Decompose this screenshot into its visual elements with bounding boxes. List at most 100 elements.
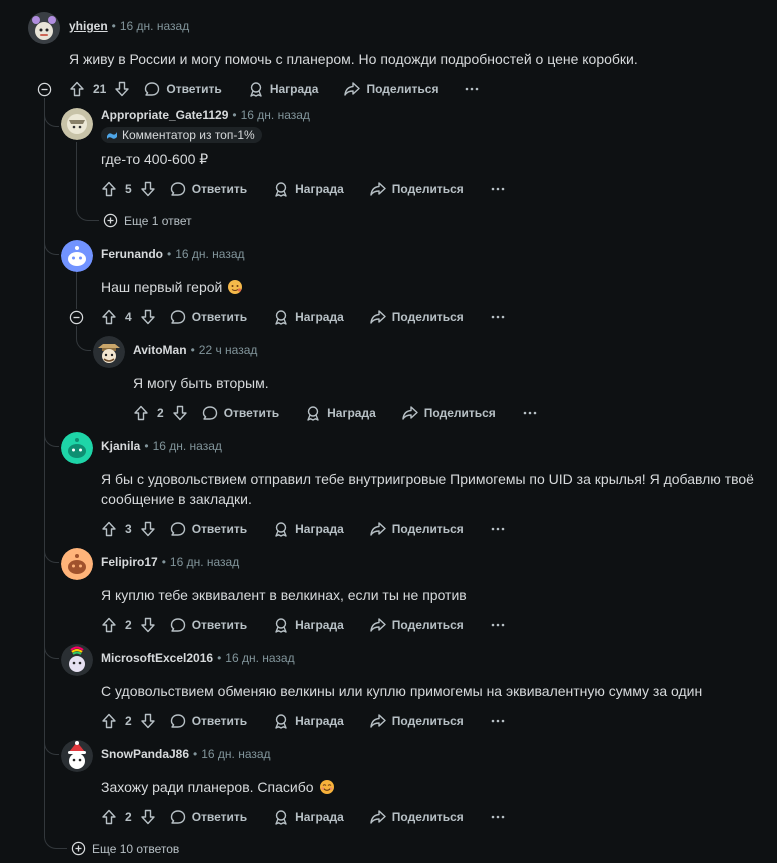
thread-elbow — [44, 230, 59, 255]
username[interactable]: Appropriate_Gate1129 — [101, 108, 228, 122]
upvote-icon[interactable] — [101, 521, 117, 537]
thread-elbow — [76, 326, 91, 351]
username[interactable]: yhigen — [69, 19, 108, 33]
downvote-icon[interactable] — [140, 309, 156, 325]
username[interactable]: AvitoMan — [133, 343, 187, 357]
downvote-icon[interactable] — [140, 809, 156, 825]
share-button[interactable]: Поделиться — [370, 617, 464, 633]
award-button[interactable]: Награда — [248, 81, 318, 97]
timestamp[interactable]: 16 дн. назад — [225, 651, 294, 665]
more-options-button[interactable] — [490, 617, 506, 633]
share-button[interactable]: Поделиться — [370, 521, 464, 537]
downvote-icon[interactable] — [114, 81, 130, 97]
comment-actions: 2 Ответить Награда Поделиться — [101, 613, 506, 637]
ellipsis-icon — [490, 809, 506, 825]
expand-icon — [103, 213, 118, 228]
separator-dot: • — [190, 343, 195, 357]
timestamp[interactable]: 16 дн. назад — [170, 555, 239, 569]
upvote-icon[interactable] — [101, 809, 117, 825]
comment-icon — [170, 521, 186, 537]
more-options-button[interactable] — [490, 713, 506, 729]
reply-button[interactable]: Ответить — [202, 405, 279, 421]
ellipsis-icon — [490, 521, 506, 537]
avatar[interactable] — [61, 644, 93, 676]
award-icon — [273, 617, 289, 633]
comment-actions: 21 Ответить Награда Поделиться — [69, 77, 480, 101]
more-options-button[interactable] — [490, 309, 506, 325]
reply-button[interactable]: Ответить — [170, 521, 247, 537]
more-options-button[interactable] — [490, 181, 506, 197]
collapse-icon[interactable] — [69, 310, 84, 325]
avatar[interactable] — [61, 240, 93, 272]
reply-button[interactable]: Ответить — [144, 81, 222, 97]
comment-actions: 2 Ответить Награда Поделиться — [133, 401, 538, 425]
upvote-icon[interactable] — [101, 713, 117, 729]
downvote-icon[interactable] — [172, 405, 188, 421]
share-button[interactable]: Поделиться — [370, 713, 464, 729]
username[interactable]: SnowPandaJ86 — [101, 747, 189, 761]
upvote-icon[interactable] — [69, 81, 85, 97]
username[interactable]: MicrosoftExcel2016 — [101, 651, 213, 665]
share-button[interactable]: Поделиться — [402, 405, 496, 421]
timestamp[interactable]: 16 дн. назад — [153, 439, 222, 453]
award-button[interactable]: Награда — [273, 617, 344, 633]
more-options-button[interactable] — [490, 809, 506, 825]
more-options-button[interactable] — [490, 521, 506, 537]
downvote-icon[interactable] — [140, 617, 156, 633]
downvote-icon[interactable] — [140, 521, 156, 537]
avatar[interactable] — [61, 548, 93, 580]
share-button[interactable]: Поделиться — [370, 181, 464, 197]
award-icon — [305, 405, 321, 421]
collapse-icon[interactable] — [37, 82, 52, 97]
separator-dot: • — [167, 247, 172, 261]
more-options-button[interactable] — [464, 81, 480, 97]
reply-button[interactable]: Ответить — [170, 713, 247, 729]
user-avatar-icon — [61, 644, 93, 676]
timestamp[interactable]: 16 дн. назад — [241, 108, 310, 122]
award-button[interactable]: Награда — [305, 405, 376, 421]
user-avatar-icon — [61, 240, 93, 272]
timestamp[interactable]: 22 ч назад — [199, 343, 258, 357]
award-icon — [273, 181, 289, 197]
avatar[interactable] — [93, 336, 125, 368]
reply-button[interactable]: Ответить — [170, 809, 247, 825]
share-icon — [344, 81, 360, 97]
award-icon — [248, 81, 264, 97]
timestamp[interactable]: 16 дн. назад — [201, 747, 270, 761]
upvote-icon[interactable] — [133, 405, 149, 421]
more-replies-link[interactable]: Еще 10 ответов — [71, 841, 179, 856]
more-replies-link[interactable]: Еще 1 ответ — [103, 213, 192, 228]
avatar[interactable] — [28, 12, 60, 44]
downvote-icon[interactable] — [140, 181, 156, 197]
more-options-button[interactable] — [522, 405, 538, 421]
award-button[interactable]: Награда — [273, 809, 344, 825]
reply-thread-line — [76, 271, 77, 309]
downvote-icon[interactable] — [140, 713, 156, 729]
username[interactable]: Kjanila — [101, 439, 140, 453]
avatar[interactable] — [61, 432, 93, 464]
reply-button[interactable]: Ответить — [170, 181, 247, 197]
vote-count: 2 — [157, 406, 164, 420]
reply-button[interactable]: Ответить — [170, 617, 247, 633]
share-button[interactable]: Поделиться — [344, 81, 438, 97]
upvote-icon[interactable] — [101, 309, 117, 325]
user-avatar-icon — [61, 108, 93, 140]
flair-badge-icon — [107, 132, 117, 139]
avatar[interactable] — [61, 108, 93, 140]
award-button[interactable]: Награда — [273, 521, 344, 537]
award-button[interactable]: Награда — [273, 713, 344, 729]
username[interactable]: Ferunando — [101, 247, 163, 261]
timestamp[interactable]: 16 дн. назад — [175, 247, 244, 261]
award-button[interactable]: Награда — [273, 309, 344, 325]
reply-button[interactable]: Ответить — [170, 309, 247, 325]
username[interactable]: Felipiro17 — [101, 555, 158, 569]
upvote-icon[interactable] — [101, 181, 117, 197]
avatar[interactable] — [61, 740, 93, 772]
award-button[interactable]: Награда — [273, 181, 344, 197]
upvote-icon[interactable] — [101, 617, 117, 633]
comment-text: Я бы с удовольствием отправил тебе внутр… — [101, 471, 754, 507]
share-button[interactable]: Поделиться — [370, 309, 464, 325]
ellipsis-icon — [522, 405, 538, 421]
timestamp[interactable]: 16 дн. назад — [120, 19, 189, 33]
share-button[interactable]: Поделиться — [370, 809, 464, 825]
